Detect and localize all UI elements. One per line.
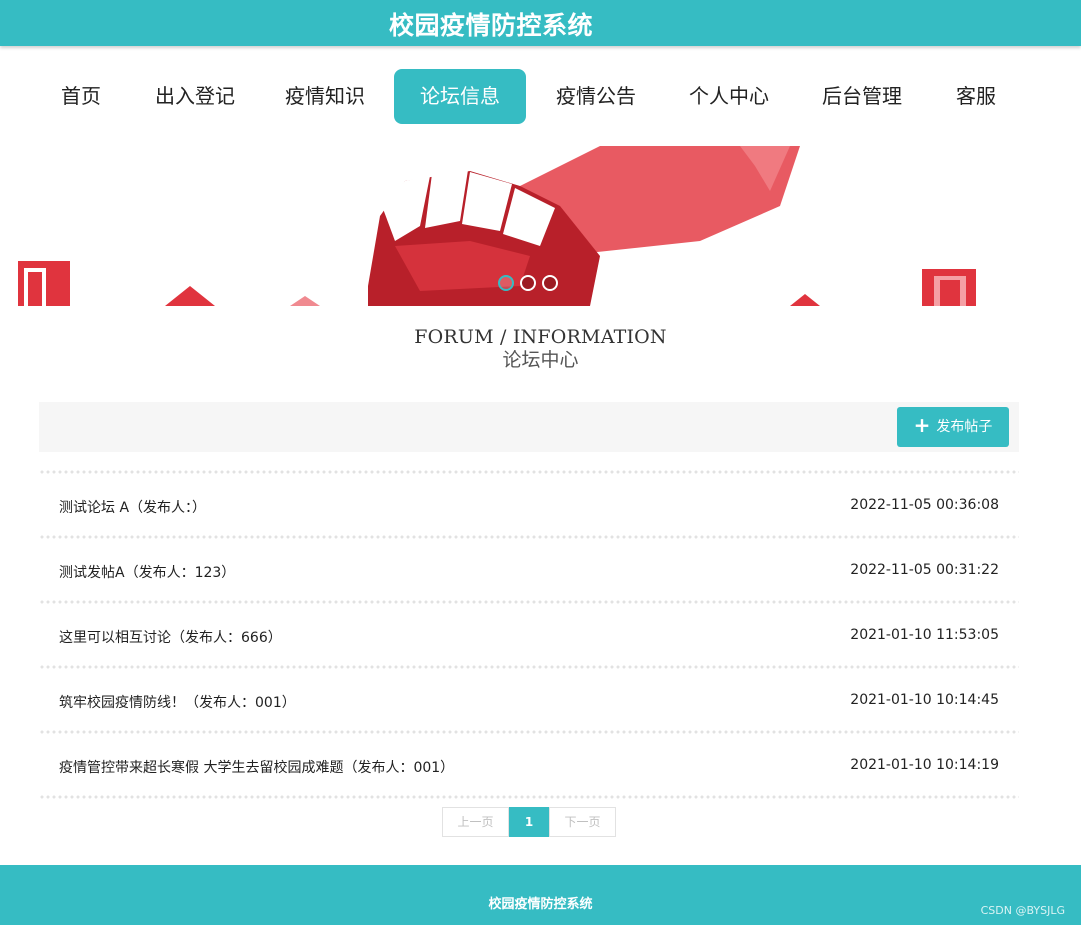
post-title[interactable]: 筑牢校园疫情防线！（发布人：001）: [59, 692, 296, 712]
post-date: 2022-11-05 00:31:22: [850, 562, 999, 578]
section-title-zh: 论坛中心: [502, 349, 579, 371]
current-page[interactable]: 1: [509, 807, 549, 837]
site-title: 校园疫情防控系统: [389, 11, 594, 40]
footer: 校园疫情防控系统 CSDN @BYSJLG: [0, 865, 1081, 925]
post-date: 2022-11-05 00:36:08: [850, 497, 999, 513]
top-header-bar: 校园疫情防控系统: [0, 0, 1081, 46]
list-item[interactable]: 这里可以相互讨论（发布人：666） 2021-01-10 11:53:05: [39, 604, 1019, 665]
carousel-dot-2[interactable]: [520, 275, 536, 291]
post-date: 2021-01-10 11:53:05: [850, 627, 999, 643]
forum-post-list: 测试论坛 A（发布人：） 2022-11-05 00:36:08 测试发帖A（发…: [39, 470, 1019, 799]
nav-item-epidemic-knowledge[interactable]: 疫情知识: [284, 69, 366, 124]
post-date: 2021-01-10 10:14:45: [850, 692, 999, 708]
pagination: 上一页 1 下一页: [442, 807, 616, 837]
post-title[interactable]: 这里可以相互讨论（发布人：666）: [59, 627, 282, 647]
publish-post-button[interactable]: + 发布帖子: [897, 407, 1009, 447]
section-heading: FORUM / INFORMATION 论坛中心: [0, 326, 1081, 372]
divider: [39, 795, 1019, 799]
footer-text: 校园疫情防控系统: [488, 897, 593, 912]
section-title-en: FORUM / INFORMATION: [414, 326, 667, 348]
nav-item-entry-registration[interactable]: 出入登记: [154, 69, 236, 124]
list-item[interactable]: 疫情管控带来超长寒假 大学生去留校园成难题（发布人：001） 2021-01-1…: [39, 734, 1019, 795]
nav-item-home[interactable]: 首页: [60, 69, 102, 124]
banner-illustration: [18, 146, 976, 306]
list-item[interactable]: 筑牢校园疫情防线！（发布人：001） 2021-01-10 10:14:45: [39, 669, 1019, 730]
carousel-dot-3[interactable]: [542, 275, 558, 291]
nav-item-announcements[interactable]: 疫情公告: [555, 69, 637, 124]
post-title[interactable]: 测试发帖A（发布人：123）: [59, 562, 235, 582]
next-page-button[interactable]: 下一页: [549, 807, 616, 837]
banner-carousel[interactable]: [0, 146, 1081, 306]
publish-post-label: 发布帖子: [936, 419, 993, 435]
nav-item-admin[interactable]: 后台管理: [821, 69, 903, 124]
forum-toolbar: + 发布帖子: [39, 402, 1019, 452]
list-item[interactable]: 测试发帖A（发布人：123） 2022-11-05 00:31:22: [39, 539, 1019, 600]
prev-page-button[interactable]: 上一页: [442, 807, 509, 837]
nav-item-forum[interactable]: 论坛信息: [394, 69, 526, 124]
main-nav: 首页 出入登记 疫情知识 论坛信息 疫情公告 个人中心 后台管理 客服: [0, 46, 1081, 146]
post-title[interactable]: 测试论坛 A（发布人：）: [59, 497, 206, 517]
list-item[interactable]: 测试论坛 A（发布人：） 2022-11-05 00:36:08: [39, 474, 1019, 535]
nav-item-personal-center[interactable]: 个人中心: [688, 69, 770, 124]
plus-icon: +: [913, 413, 931, 437]
nav-item-customer-service[interactable]: 客服: [955, 69, 997, 124]
post-title[interactable]: 疫情管控带来超长寒假 大学生去留校园成难题（发布人：001）: [59, 757, 454, 777]
watermark: CSDN @BYSJLG: [980, 904, 1065, 917]
post-date: 2021-01-10 10:14:19: [850, 757, 999, 773]
carousel-dot-1[interactable]: [498, 275, 514, 291]
